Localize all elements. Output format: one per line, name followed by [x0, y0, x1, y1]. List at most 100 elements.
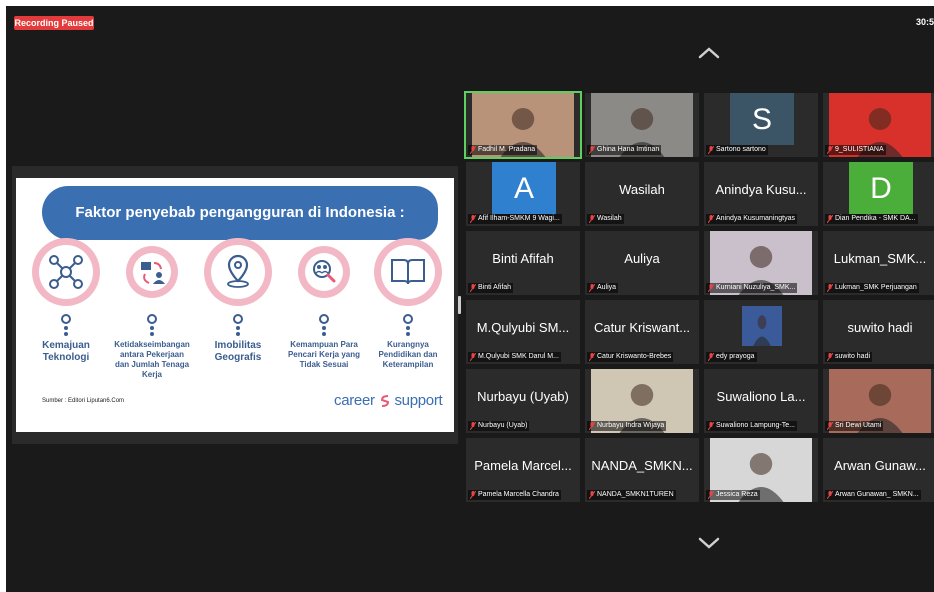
- participant-caption-text: NANDA_SMKN1TUREN: [597, 491, 674, 498]
- recording-status-badge[interactable]: Recording Paused: [14, 16, 94, 30]
- factor-circle: [298, 246, 350, 298]
- participant-name: Auliya: [624, 251, 660, 266]
- participant-caption-text: Nurbayu Indra Wijaya: [597, 422, 665, 429]
- participant-caption-text: 9_SULISTIANA: [835, 146, 884, 153]
- participant-tile[interactable]: Wasilah Wasilah: [585, 162, 699, 226]
- participant-tile[interactable]: M.Qulyubi SM... M.Qulyubi SMK Darul M...: [466, 300, 580, 364]
- participant-caption-text: Nurbayu (Uyab): [478, 422, 528, 429]
- participant-caption: Jessica Reza: [706, 490, 760, 500]
- participant-tile[interactable]: Lukman_SMK... Lukman_SMK Perjuangan: [823, 231, 934, 295]
- participant-video: [742, 306, 782, 346]
- exchange-person-icon: [141, 262, 165, 284]
- participant-caption-text: Fadhil M. Pradana: [478, 146, 536, 153]
- participant-name: Suwaliono La...: [716, 389, 806, 404]
- participant-caption-text: Catur Kriswanto-Brebes: [597, 353, 672, 360]
- mic-muted-icon: [589, 146, 595, 154]
- open-book-icon: [391, 259, 425, 285]
- participant-name: NANDA_SMKN...: [591, 458, 693, 473]
- participant-tile[interactable]: Binti Afifah Binti Afifah: [466, 231, 580, 295]
- participant-avatar-letter: S: [730, 93, 794, 145]
- mic-muted-icon: [589, 491, 595, 499]
- participant-tile[interactable]: Ghina Hana Imtinan: [585, 93, 699, 157]
- factor-label: Imobilitas Geografis: [214, 340, 262, 363]
- participant-name: Lukman_SMK...: [833, 251, 927, 266]
- participant-tile[interactable]: Catur Kriswant... Catur Kriswanto-Brebes: [585, 300, 699, 364]
- participant-name: Pamela Marcel...: [474, 458, 572, 473]
- factor-kemampuan-pencari-kerja: Kemampuan Para Pencari Kerja yang Tidak …: [284, 238, 364, 370]
- participant-tile[interactable]: Kurniani Nuzuliya_SMK...: [704, 231, 818, 295]
- participant-caption: Arwan Gunawan_ SMKN...: [825, 490, 921, 500]
- participant-tile[interactable]: NANDA_SMKN... NANDA_SMKN1TUREN: [585, 438, 699, 502]
- participant-caption: Ghina Hana Imtinan: [587, 145, 662, 155]
- participant-caption-text: Suwaliono Lampung-Te...: [716, 422, 795, 429]
- participant-caption: NANDA_SMKN1TUREN: [587, 490, 676, 500]
- participant-avatar-letter: D: [849, 162, 913, 214]
- participant-tile[interactable]: A Afif Ilham-SMKM 9 Wagi...: [466, 162, 580, 226]
- career-support-logo: career support: [334, 392, 443, 409]
- participant-tile[interactable]: edy prayoga: [704, 300, 818, 364]
- participant-caption-text: edy prayoga: [716, 353, 755, 360]
- mic-muted-icon: [827, 215, 833, 223]
- factor-circle: [32, 238, 100, 306]
- participant-caption: Sri Dewi Utami: [825, 421, 884, 431]
- participant-caption: Nurbayu Indra Wijaya: [587, 421, 667, 431]
- participant-tile[interactable]: Jessica Reza: [704, 438, 818, 502]
- participant-caption-text: Lukman_SMK Perjuangan: [835, 284, 917, 291]
- participant-caption: Anindya Kusumaningtyas: [706, 214, 797, 224]
- mic-muted-icon: [708, 284, 714, 292]
- participant-tile[interactable]: Suwaliono La... Suwaliono Lampung-Te...: [704, 369, 818, 433]
- factor-circle: [204, 238, 272, 306]
- meeting-timer: 30:5: [915, 17, 934, 27]
- mic-muted-icon: [708, 146, 714, 154]
- mic-muted-icon: [827, 491, 833, 499]
- mic-muted-icon: [589, 422, 595, 430]
- participant-caption: Auliya: [587, 283, 619, 293]
- participant-name: Anindya Kusu...: [715, 182, 807, 197]
- chevron-down-icon[interactable]: [694, 534, 724, 552]
- participant-tile[interactable]: Auliya Auliya: [585, 231, 699, 295]
- mic-muted-icon: [589, 284, 595, 292]
- split-view-divider[interactable]: [458, 296, 461, 314]
- participant-tile[interactable]: Anindya Kusu... Anindya Kusumaningtyas: [704, 162, 818, 226]
- participant-name: Catur Kriswant...: [593, 320, 691, 335]
- mic-muted-icon: [470, 353, 476, 361]
- brand-name: career: [334, 392, 375, 409]
- participant-caption-text: Binti Afifah: [478, 284, 512, 291]
- participant-name: Nurbayu (Uyab): [477, 389, 569, 404]
- participant-tile[interactable]: 9_SULISTIANA: [823, 93, 934, 157]
- participant-tile[interactable]: Nurbayu (Uyab) Nurbayu (Uyab): [466, 369, 580, 433]
- chevron-up-icon[interactable]: [694, 44, 724, 62]
- participant-caption: edy prayoga: [706, 352, 757, 362]
- participant-tile[interactable]: Pamela Marcel... Pamela Marcella Chandra: [466, 438, 580, 502]
- mic-muted-icon: [470, 491, 476, 499]
- participant-caption-text: suwito hadi: [835, 353, 871, 360]
- participant-tile[interactable]: suwito hadi suwito hadi: [823, 300, 934, 364]
- factor-ketidakseimbangan: Ketidakseimbangan antara Pekerjaan dan J…: [112, 238, 192, 380]
- participant-tile[interactable]: Fadhil M. Pradana: [464, 91, 582, 159]
- participant-avatar-letter: A: [492, 162, 556, 214]
- participant-caption-text: Arwan Gunawan_ SMKN...: [835, 491, 919, 498]
- participant-caption-text: Ghina Hana Imtinan: [597, 146, 660, 153]
- mic-muted-icon: [708, 353, 714, 361]
- mic-muted-icon: [470, 146, 476, 154]
- participant-caption: Catur Kriswanto-Brebes: [587, 352, 674, 362]
- participant-caption: Dian Pendika - SMK DA...: [825, 214, 918, 224]
- participant-tile[interactable]: Nurbayu Indra Wijaya: [585, 369, 699, 433]
- factor-label: Kemajuan Teknologi: [42, 340, 90, 363]
- participant-tile[interactable]: S Sartono sartono: [704, 93, 818, 157]
- participant-caption-text: Kurniani Nuzuliya_SMK...: [716, 284, 796, 291]
- participant-tile[interactable]: Sri Dewi Utami: [823, 369, 934, 433]
- factor-kemajuan-teknologi: Kemajuan Teknologi: [26, 238, 106, 364]
- participant-caption-text: Dian Pendika - SMK DA...: [835, 215, 916, 222]
- participant-tile[interactable]: Arwan Gunaw... Arwan Gunawan_ SMKN...: [823, 438, 934, 502]
- participant-caption: Fadhil M. Pradana: [468, 145, 538, 155]
- participant-caption: Nurbayu (Uyab): [468, 421, 530, 431]
- participant-caption-text: Sartono sartono: [716, 146, 766, 153]
- mic-muted-icon: [827, 284, 833, 292]
- participant-caption: suwito hadi: [825, 352, 873, 362]
- mic-muted-icon: [827, 422, 833, 430]
- participant-caption-text: Afif Ilham-SMKM 9 Wagi...: [478, 215, 560, 222]
- participant-tile[interactable]: D Dian Pendika - SMK DA...: [823, 162, 934, 226]
- factor-kurangnya-pendidikan: Kurangnya Pendidikan dan Keterampilan: [368, 238, 448, 370]
- participant-name: Wasilah: [619, 182, 665, 197]
